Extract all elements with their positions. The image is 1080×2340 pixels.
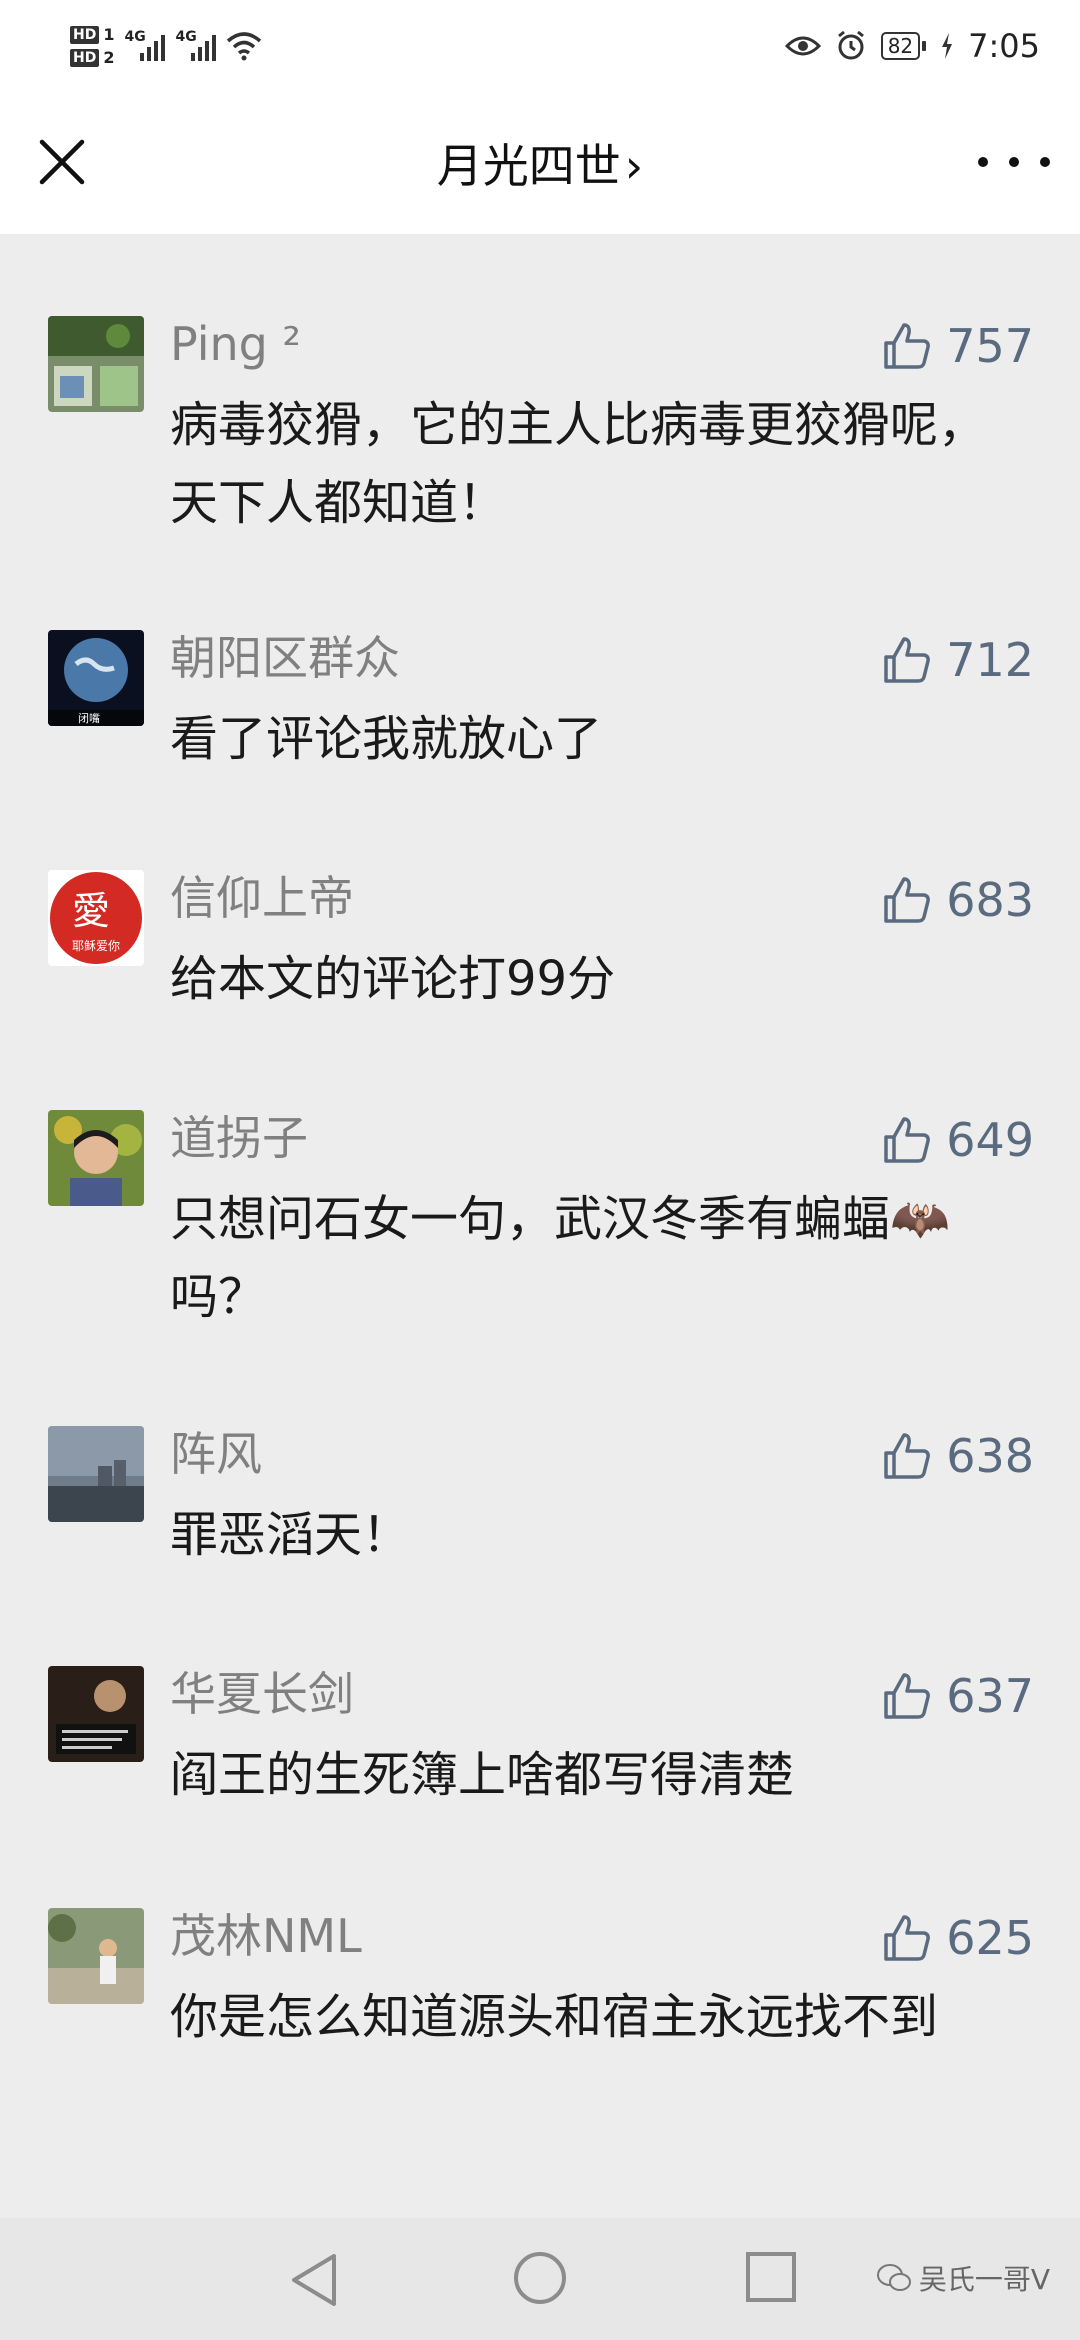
- page-title: 月光四世: [436, 139, 621, 193]
- comment-text: 只想问石女一句，武汉冬季有蝙蝠🦇 吗？: [170, 1191, 950, 1325]
- comment-author[interactable]: 道拐子: [170, 1110, 308, 1166]
- wechat-icon: [876, 2264, 911, 2291]
- comment-author[interactable]: 茂林NML: [170, 1908, 362, 1964]
- comment-text: 你是怎么知道源头和宿主永远找不到: [170, 1989, 939, 2045]
- like-count: 625: [946, 1911, 1034, 1965]
- signal-icon-1: 4G: [124, 29, 166, 61]
- back-icon[interactable]: [286, 2250, 342, 2310]
- hd-indicator-1: HD 1: [70, 25, 114, 44]
- chevron-right-icon: ›: [624, 139, 644, 193]
- wifi-icon: [227, 32, 262, 61]
- like-count: 712: [946, 633, 1034, 687]
- like-count: 637: [946, 1669, 1034, 1723]
- eye-icon: [784, 36, 821, 56]
- thumbs-up-icon: [884, 1117, 931, 1163]
- more-options-button[interactable]: [978, 138, 1050, 186]
- recent-apps-icon[interactable]: [746, 2252, 796, 2302]
- like-button[interactable]: 683: [882, 870, 1034, 930]
- avatar[interactable]: [48, 316, 144, 412]
- home-icon[interactable]: [514, 2252, 566, 2304]
- alarm-icon: [837, 30, 864, 60]
- more-dot: [978, 157, 988, 167]
- comment-author[interactable]: 朝阳区群众: [170, 630, 400, 686]
- comment-author[interactable]: Ping ²: [170, 316, 301, 372]
- avatar[interactable]: [48, 1908, 144, 2004]
- like-button[interactable]: 712: [882, 630, 1034, 690]
- like-count: 649: [946, 1113, 1034, 1167]
- hd-indicators: HD 1 HD 2: [70, 25, 114, 67]
- signal-icon-2: 4G: [175, 29, 217, 61]
- thumbs-up-icon: [884, 1915, 931, 1961]
- like-count: 638: [946, 1429, 1034, 1483]
- comment-text: 罪恶滔天！: [170, 1507, 411, 1563]
- watermark: 吴氏一哥V: [876, 2258, 1050, 2298]
- like-button[interactable]: 625: [882, 1908, 1034, 1968]
- comment-text: 看了评论我就放心了: [170, 711, 603, 767]
- status-left: HD 1 HD 2 4G 4G: [70, 16, 262, 76]
- svg-text:耶稣爱你: 耶稣爱你: [72, 939, 120, 953]
- avatar[interactable]: [48, 1426, 144, 1522]
- thumbs-up-icon: [884, 877, 931, 923]
- battery-icon: 82: [880, 32, 927, 60]
- avatar[interactable]: [48, 1110, 144, 1206]
- system-nav-bar: 吴氏一哥V: [0, 2218, 1080, 2340]
- avatar[interactable]: 愛 耶稣爱你: [48, 870, 144, 966]
- svg-text:闭嘴: 闭嘴: [78, 712, 100, 725]
- avatar[interactable]: 闭嘴: [48, 630, 144, 726]
- avatar[interactable]: [48, 1666, 144, 1762]
- hd-indicator-2: HD 2: [70, 48, 114, 67]
- more-dot: [1040, 157, 1050, 167]
- like-button[interactable]: 637: [882, 1666, 1034, 1726]
- comment-author[interactable]: 阵风: [170, 1426, 262, 1482]
- like-button[interactable]: 649: [882, 1110, 1034, 1170]
- thumbs-up-icon: [884, 1673, 931, 1719]
- charging-icon: [942, 33, 953, 59]
- status-right: 82 7:05: [784, 18, 1040, 74]
- thumbs-up-icon: [884, 637, 931, 683]
- like-button[interactable]: 757: [882, 316, 1034, 376]
- status-bar: HD 1 HD 2 4G 4G 82 7:05: [0, 0, 1080, 90]
- more-dot: [1009, 157, 1019, 167]
- comment-text: 给本文的评论打99分: [170, 951, 616, 1007]
- comment-text: 病毒狡猾，它的主人比病毒更狡猾呢，天下人都知道！: [170, 397, 987, 531]
- page-title-link[interactable]: 月光四世›: [0, 130, 1080, 196]
- svg-text:愛: 愛: [72, 889, 110, 933]
- watermark-text: 吴氏一哥V: [918, 2263, 1050, 2296]
- like-count: 683: [946, 873, 1034, 927]
- title-bar: 月光四世›: [0, 90, 1080, 234]
- battery-level: 82: [880, 32, 921, 60]
- comment-text: 阎王的生死簿上啥都写得清楚: [170, 1747, 795, 1803]
- comment-author[interactable]: 信仰上帝: [170, 870, 354, 926]
- like-count: 757: [946, 319, 1034, 373]
- like-button[interactable]: 638: [882, 1426, 1034, 1486]
- clock-time: 7:05: [968, 27, 1040, 65]
- thumbs-up-icon: [884, 1433, 931, 1479]
- thumbs-up-icon: [884, 323, 931, 369]
- comment-author[interactable]: 华夏长剑: [170, 1666, 354, 1722]
